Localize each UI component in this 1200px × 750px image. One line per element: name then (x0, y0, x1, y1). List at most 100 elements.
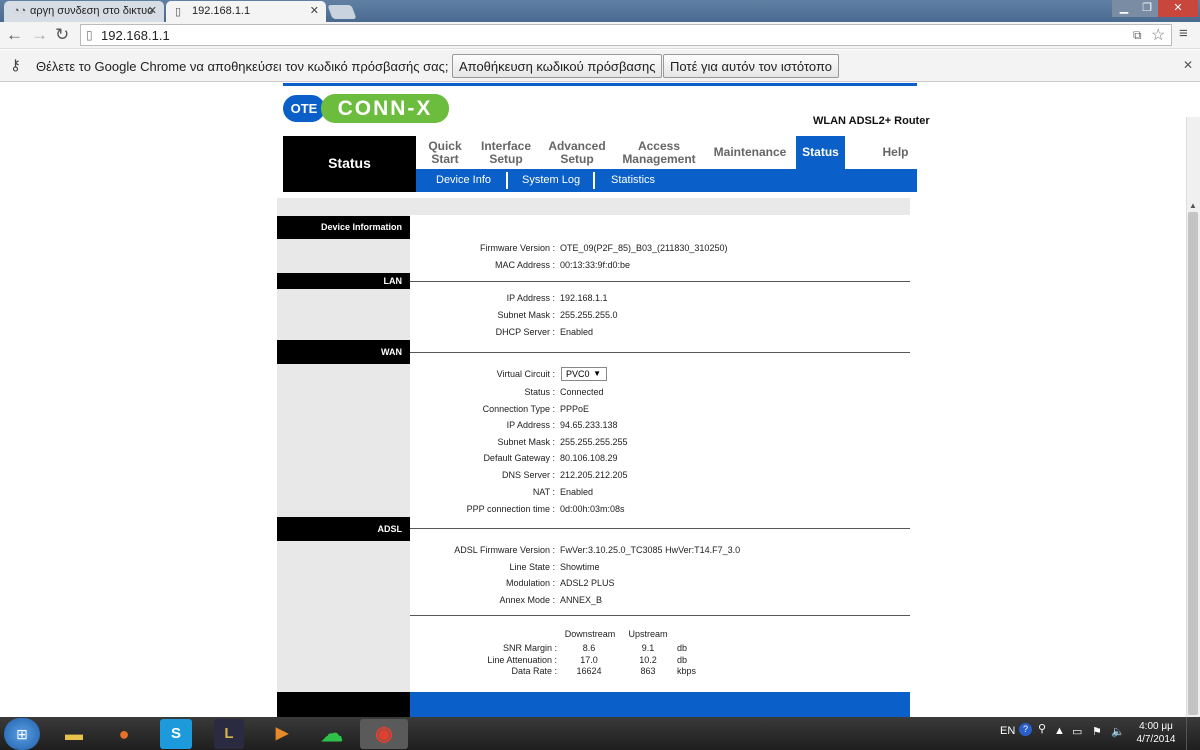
menu-icon[interactable]: ≡ (1179, 25, 1188, 42)
field-label: DHCP Server : (495, 327, 555, 337)
skype-icon[interactable]: S (160, 719, 192, 749)
forum-favicon-icon: ◔◔ (13, 5, 27, 17)
dropdown-arrow-icon: ▼ (593, 369, 601, 378)
close-window-button[interactable]: ✕ (1158, 0, 1198, 17)
tab-strip: ◔◔ αργη συνδεση στο δικτυο ✕ ▯ 192.168.1… (0, 0, 1200, 22)
wan-nat: Enabled (560, 487, 594, 497)
section-adsl: ADSL (277, 517, 410, 541)
save-password-button[interactable]: Αποθήκευση κωδικού πρόσβασης (452, 54, 663, 78)
mac-address: 00:13:33:9f:d0:be (560, 260, 631, 270)
help-icon[interactable]: ? (1019, 723, 1032, 736)
select-value: PVC0 (566, 369, 590, 379)
show-desktop-button[interactable] (1186, 717, 1200, 750)
field-label: Subnet Mask : (497, 310, 555, 320)
scroll-up-icon[interactable]: ▲ (1189, 201, 1197, 210)
lan-subnet: 255.255.255.0 (560, 310, 618, 320)
chrome-icon[interactable]: ◉ (360, 719, 408, 749)
nav-label: Setup (489, 152, 523, 166)
stat-label: Data Rate : (511, 666, 557, 676)
stat-up: 9.1 (641, 643, 655, 653)
scroll-thumb[interactable] (1188, 212, 1198, 715)
divider (410, 352, 910, 353)
nav-quick-start[interactable]: Quick Start (416, 136, 474, 169)
toolbar: ← → ↻ ▯ 192.168.1.1 ⧉ ☆ ≡ (0, 22, 1200, 49)
volume-icon[interactable]: 🔈 (1111, 725, 1125, 738)
col-downstream: Downstream (564, 629, 616, 639)
page-icon: ▯ (86, 28, 93, 42)
show-hidden-icons[interactable]: ▲ (1054, 725, 1065, 737)
field-label: Subnet Mask : (497, 437, 555, 447)
connx-logo: CONN-X (321, 94, 449, 123)
tab-forum[interactable]: ◔◔ αργη συνδεση στο δικτυο ✕ (4, 1, 164, 22)
bookmark-star-icon[interactable]: ☆ (1151, 25, 1165, 45)
network-question-icon[interactable]: ⚲ (1038, 722, 1046, 735)
media-player-icon[interactable]: ▶ (262, 719, 302, 749)
language-indicator[interactable]: EN (1000, 725, 1015, 737)
nav-advanced-setup[interactable]: Advanced Setup (538, 136, 616, 169)
field-label: NAT : (532, 487, 555, 497)
col-upstream: Upstream (628, 629, 668, 639)
stat-label: Line Attenuation : (487, 655, 557, 665)
minimize-button[interactable]: ▁ (1112, 0, 1136, 17)
translate-icon[interactable]: ⧉ (1133, 28, 1142, 43)
key-icon: ⚷ (10, 57, 21, 74)
nav-interface-setup[interactable]: Interface Setup (474, 136, 538, 169)
password-infobar: ⚷ Θέλετε το Google Chrome να αποθηκεύσει… (0, 50, 1200, 82)
new-tab-button[interactable] (327, 5, 357, 19)
back-icon[interactable]: ← (6, 25, 23, 45)
nav-maintenance[interactable]: Maintenance (708, 136, 792, 169)
wan-status: Connected (560, 387, 604, 397)
nav-label: Interface (480, 139, 532, 153)
stat-up: 10.2 (639, 655, 657, 665)
start-button[interactable]: ⊞ (4, 718, 40, 750)
field-label: MAC Address : (494, 260, 555, 270)
lan-ip: 192.168.1.1 (560, 293, 608, 303)
stat-up: 863 (640, 666, 656, 676)
display-icon[interactable]: ▭ (1072, 725, 1082, 738)
field-label: Modulation : (505, 578, 555, 588)
nav-help[interactable]: Help (874, 136, 917, 169)
subnav-system-log[interactable]: System Log (522, 174, 580, 186)
firmware-version: OTE_09(P2F_85)_B03_(211830_310250) (560, 243, 728, 253)
firefox-icon[interactable]: ● (104, 719, 144, 749)
adsl-firmware: FwVer:3.10.25.0_TC3085 HwVer:T14.F7_3.0 (560, 545, 741, 555)
cloud-app-icon[interactable]: ☁ (312, 719, 352, 749)
nav-label: Access (637, 139, 681, 153)
section-device-information: Device Information (277, 216, 410, 239)
nav-status[interactable]: Status (796, 136, 845, 169)
nav-access-management[interactable]: Access Management (616, 136, 702, 169)
stat-unit: db (677, 643, 688, 653)
never-save-button[interactable]: Ποτέ για αυτόν τον ιστότοπο (663, 54, 839, 78)
tab-router[interactable]: ▯ 192.168.1.1 ✕ (166, 1, 326, 22)
adsl-modulation: ADSL2 PLUS (560, 578, 615, 588)
sub-nav: Device Info System Log Statistics (416, 169, 917, 192)
maximize-button[interactable]: ❐ (1136, 0, 1158, 17)
tab-close-icon[interactable]: ✕ (310, 4, 319, 17)
content-top-bar (277, 198, 910, 215)
subnav-separator (506, 172, 508, 189)
action-center-flag-icon[interactable]: ⚑ (1092, 725, 1102, 738)
address-bar[interactable]: ▯ 192.168.1.1 ⧉ ☆ (80, 24, 1172, 46)
league-of-legends-icon[interactable]: L (214, 719, 244, 749)
stat-label: SNR Margin : (502, 643, 557, 653)
lan-dhcp: Enabled (560, 327, 594, 337)
subnav-device-info[interactable]: Device Info (436, 174, 491, 186)
tab-close-icon[interactable]: ✕ (148, 4, 157, 17)
stat-unit: db (677, 655, 688, 665)
nav-label: Setup (560, 152, 594, 166)
infobar-close-icon[interactable]: ✕ (1183, 58, 1193, 72)
clock[interactable]: 4:00 μμ 4/7/2014 (1134, 720, 1178, 746)
section-lan: LAN (277, 273, 410, 289)
infobar-message: Θέλετε το Google Chrome να αποθηκεύσει τ… (36, 59, 449, 74)
field-label: Annex Mode : (499, 595, 555, 605)
nav-label: Advanced (548, 139, 606, 153)
virtual-circuit-select[interactable]: PVC0 ▼ (561, 367, 607, 381)
adsl-annex: ANNEX_B (560, 595, 603, 605)
explorer-icon[interactable]: ▬ (54, 719, 94, 749)
reload-icon[interactable]: ↻ (55, 25, 69, 45)
tab-title: 192.168.1.1 (192, 5, 251, 17)
section-wan: WAN (277, 340, 410, 364)
divider (410, 528, 910, 529)
forward-icon[interactable]: → (31, 25, 48, 45)
subnav-statistics[interactable]: Statistics (611, 174, 655, 186)
